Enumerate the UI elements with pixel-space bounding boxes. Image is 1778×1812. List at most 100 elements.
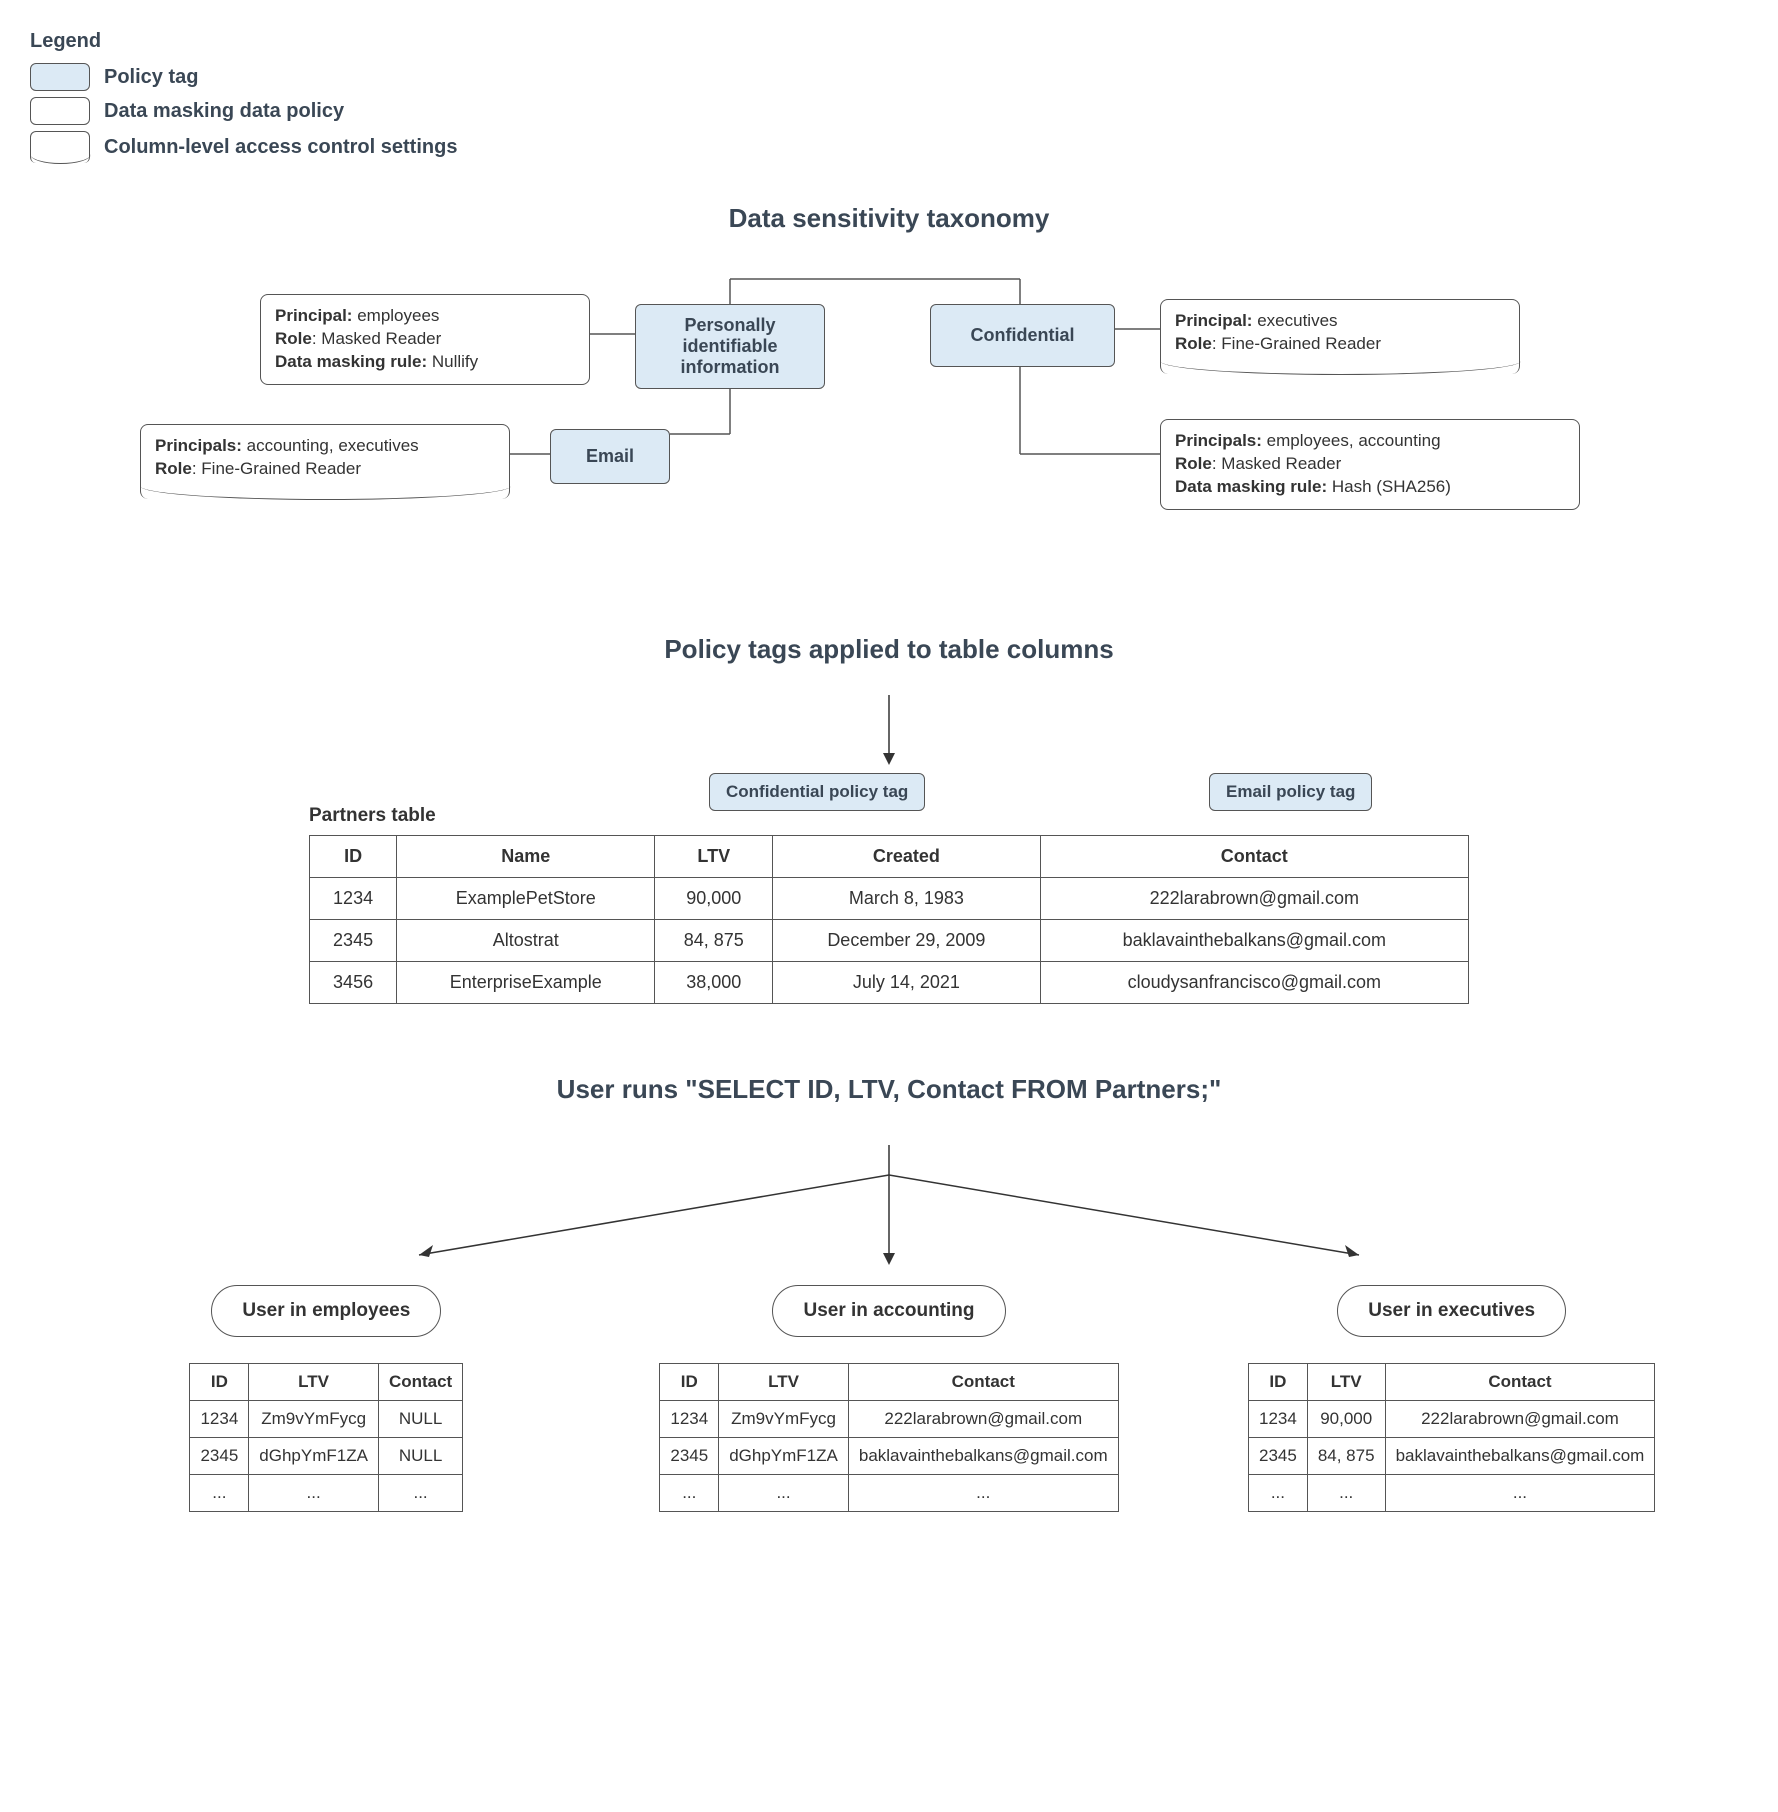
- pii-masking-policy-box: Principal: employees Role: Masked Reader…: [260, 294, 590, 385]
- user-group-pill: User in employees: [211, 1285, 441, 1337]
- table-cell: 2345: [310, 920, 397, 962]
- legend-title: Legend: [30, 30, 1748, 53]
- confidential-chip: Confidential policy tag: [709, 773, 925, 811]
- table-cell: Zm9vYmFycg: [249, 1401, 379, 1438]
- table-cell: ...: [190, 1475, 249, 1512]
- table-cell: December 29, 2009: [773, 920, 1040, 962]
- table-header: Contact: [1040, 836, 1468, 878]
- legend-item-masking: Data masking data policy: [30, 97, 1748, 125]
- table-row: .........: [190, 1475, 463, 1512]
- partners-table: IDNameLTVCreatedContact 1234ExamplePetSt…: [309, 835, 1469, 1004]
- confidential-tag: Confidential: [930, 304, 1115, 367]
- table-cell: 84, 875: [655, 920, 773, 962]
- result-table: IDLTVContact123490,000222larabrown@gmail…: [1248, 1363, 1655, 1512]
- user-group-pill: User in executives: [1337, 1285, 1566, 1337]
- legend-label: Data masking data policy: [104, 100, 344, 123]
- table-header: Contact: [378, 1364, 462, 1401]
- table-cell: 2345: [660, 1438, 719, 1475]
- partners-table-label: Partners table: [309, 805, 436, 827]
- table-cell: 3456: [310, 962, 397, 1004]
- result-table: IDLTVContact1234Zm9vYmFycg222larabrown@g…: [659, 1363, 1118, 1512]
- table-cell: Altostrat: [397, 920, 655, 962]
- columns-title: Policy tags applied to table columns: [30, 634, 1748, 665]
- legend-label: Column-level access control settings: [104, 136, 457, 159]
- table-header: ID: [190, 1364, 249, 1401]
- table-cell: July 14, 2021: [773, 962, 1040, 1004]
- table-header: LTV: [1307, 1364, 1385, 1401]
- user-group-pill: User in accounting: [772, 1285, 1005, 1337]
- table-row: 2345Altostrat84, 875December 29, 2009bak…: [310, 920, 1469, 962]
- taxonomy-title: Data sensitivity taxonomy: [30, 203, 1748, 234]
- pii-tag: Personally identifiable information: [635, 304, 825, 389]
- table-cell: ...: [660, 1475, 719, 1512]
- table-row: 1234Zm9vYmFycg222larabrown@gmail.com: [660, 1401, 1118, 1438]
- legend-label: Policy tag: [104, 66, 198, 89]
- query-title: User runs "SELECT ID, LTV, Contact FROM …: [30, 1074, 1748, 1105]
- table-cell: dGhpYmF1ZA: [719, 1438, 849, 1475]
- email-clacs-box: Principals: accounting, executives Role:…: [140, 424, 510, 499]
- fanout-arrows: [189, 1135, 1589, 1275]
- table-cell: ...: [249, 1475, 379, 1512]
- table-cell: 2345: [1249, 1438, 1308, 1475]
- table-cell: baklavainthebalkans@gmail.com: [1040, 920, 1468, 962]
- table-cell: dGhpYmF1ZA: [249, 1438, 379, 1475]
- table-cell: 222larabrown@gmail.com: [1040, 878, 1468, 920]
- table-header: ID: [660, 1364, 719, 1401]
- legend: Legend Policy tag Data masking data poli…: [30, 30, 1748, 163]
- table-cell: EnterpriseExample: [397, 962, 655, 1004]
- table-cell: baklavainthebalkans@gmail.com: [848, 1438, 1118, 1475]
- table-header: Contact: [848, 1364, 1118, 1401]
- policy-tag-swatch: [30, 63, 90, 91]
- table-cell: 38,000: [655, 962, 773, 1004]
- table-row: 2345dGhpYmF1ZANULL: [190, 1438, 463, 1475]
- result-table: IDLTVContact1234Zm9vYmFycgNULL2345dGhpYm…: [189, 1363, 463, 1512]
- table-row: 2345dGhpYmF1ZAbaklavainthebalkans@gmail.…: [660, 1438, 1118, 1475]
- table-cell: ...: [1385, 1475, 1655, 1512]
- table-cell: cloudysanfrancisco@gmail.com: [1040, 962, 1468, 1004]
- table-header: LTV: [719, 1364, 849, 1401]
- table-cell: 84, 875: [1307, 1438, 1385, 1475]
- table-cell: NULL: [378, 1401, 462, 1438]
- table-cell: March 8, 1983: [773, 878, 1040, 920]
- table-header: Created: [773, 836, 1040, 878]
- table-row: 123490,000222larabrown@gmail.com: [1249, 1401, 1655, 1438]
- table-cell: baklavainthebalkans@gmail.com: [1385, 1438, 1655, 1475]
- table-header-row: IDNameLTVCreatedContact: [310, 836, 1469, 878]
- table-header: ID: [310, 836, 397, 878]
- table-cell: 1234: [190, 1401, 249, 1438]
- table-row: 234584, 875baklavainthebalkans@gmail.com: [1249, 1438, 1655, 1475]
- table-row: 1234Zm9vYmFycgNULL: [190, 1401, 463, 1438]
- table-header: Contact: [1385, 1364, 1655, 1401]
- confidential-clacs-box: Principal: executives Role: Fine-Grained…: [1160, 299, 1520, 374]
- table-cell: Zm9vYmFycg: [719, 1401, 849, 1438]
- partners-table-wrap: Partners table Confidential policy tag E…: [309, 835, 1469, 1004]
- table-row: 1234ExamplePetStore90,000March 8, 198322…: [310, 878, 1469, 920]
- table-row: .........: [1249, 1475, 1655, 1512]
- table-cell: 2345: [190, 1438, 249, 1475]
- table-cell: ExamplePetStore: [397, 878, 655, 920]
- legend-item-clacs: Column-level access control settings: [30, 131, 1748, 163]
- table-cell: 222larabrown@gmail.com: [1385, 1401, 1655, 1438]
- table-cell: 90,000: [1307, 1401, 1385, 1438]
- email-chip: Email policy tag: [1209, 773, 1372, 811]
- table-cell: ...: [1307, 1475, 1385, 1512]
- table-cell: 90,000: [655, 878, 773, 920]
- table-cell: 1234: [1249, 1401, 1308, 1438]
- taxonomy-diagram: Principal: employees Role: Masked Reader…: [30, 264, 1748, 584]
- table-cell: 222larabrown@gmail.com: [848, 1401, 1118, 1438]
- result-column: User in accountingIDLTVContact1234Zm9vYm…: [623, 1285, 1156, 1512]
- table-row: .........: [660, 1475, 1118, 1512]
- table-cell: 1234: [310, 878, 397, 920]
- arrow-down-icon: [879, 695, 899, 765]
- table-cell: NULL: [378, 1438, 462, 1475]
- table-cell: 1234: [660, 1401, 719, 1438]
- result-column: User in executivesIDLTVContact123490,000…: [1185, 1285, 1718, 1512]
- masking-policy-swatch: [30, 97, 90, 125]
- table-header: ID: [1249, 1364, 1308, 1401]
- clacs-swatch: [30, 131, 90, 163]
- table-header: LTV: [249, 1364, 379, 1401]
- result-column: User in employeesIDLTVContact1234Zm9vYmF…: [60, 1285, 593, 1512]
- table-cell: ...: [719, 1475, 849, 1512]
- table-row: 3456EnterpriseExample38,000July 14, 2021…: [310, 962, 1469, 1004]
- table-cell: ...: [848, 1475, 1118, 1512]
